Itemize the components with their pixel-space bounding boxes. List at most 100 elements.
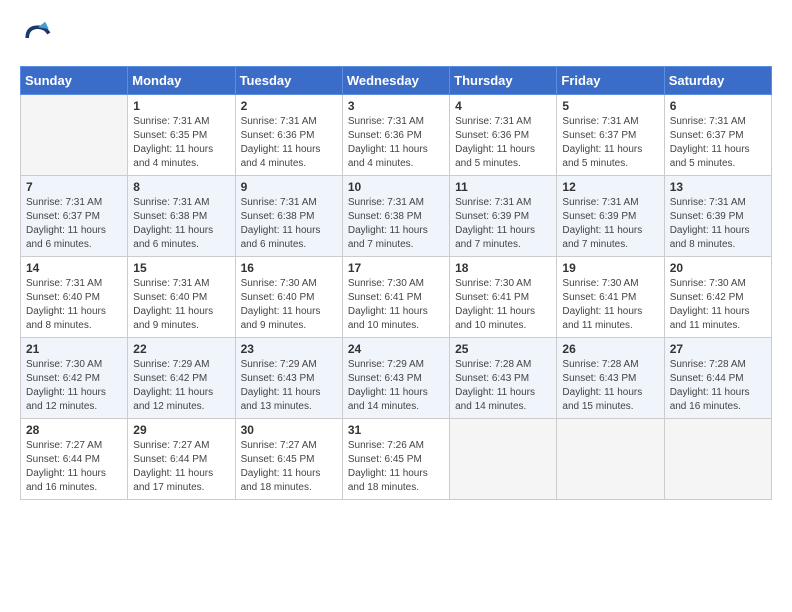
- day-number: 12: [562, 180, 658, 194]
- day-info: Sunrise: 7:28 AMSunset: 6:43 PMDaylight:…: [455, 359, 535, 412]
- day-number: 22: [133, 342, 229, 356]
- calendar-cell: [21, 95, 128, 176]
- day-info: Sunrise: 7:31 AMSunset: 6:37 PMDaylight:…: [670, 116, 750, 169]
- week-row-2: 7 Sunrise: 7:31 AMSunset: 6:37 PMDayligh…: [21, 176, 772, 257]
- calendar-cell: 13 Sunrise: 7:31 AMSunset: 6:39 PMDaylig…: [664, 176, 771, 257]
- day-number: 10: [348, 180, 444, 194]
- day-number: 18: [455, 261, 551, 275]
- day-info: Sunrise: 7:31 AMSunset: 6:38 PMDaylight:…: [241, 197, 321, 250]
- logo-icon: [20, 20, 56, 56]
- day-number: 26: [562, 342, 658, 356]
- header-cell-thursday: Thursday: [450, 67, 557, 95]
- calendar-cell: 29 Sunrise: 7:27 AMSunset: 6:44 PMDaylig…: [128, 419, 235, 500]
- day-info: Sunrise: 7:31 AMSunset: 6:35 PMDaylight:…: [133, 116, 213, 169]
- calendar-cell: 3 Sunrise: 7:31 AMSunset: 6:36 PMDayligh…: [342, 95, 449, 176]
- day-number: 6: [670, 99, 766, 113]
- week-row-5: 28 Sunrise: 7:27 AMSunset: 6:44 PMDaylig…: [21, 419, 772, 500]
- day-number: 24: [348, 342, 444, 356]
- day-info: Sunrise: 7:31 AMSunset: 6:39 PMDaylight:…: [670, 197, 750, 250]
- day-number: 25: [455, 342, 551, 356]
- day-number: 1: [133, 99, 229, 113]
- day-info: Sunrise: 7:30 AMSunset: 6:42 PMDaylight:…: [26, 359, 106, 412]
- day-number: 23: [241, 342, 337, 356]
- day-number: 2: [241, 99, 337, 113]
- header-row: SundayMondayTuesdayWednesdayThursdayFrid…: [21, 67, 772, 95]
- day-info: Sunrise: 7:31 AMSunset: 6:40 PMDaylight:…: [26, 278, 106, 331]
- calendar-cell: 25 Sunrise: 7:28 AMSunset: 6:43 PMDaylig…: [450, 338, 557, 419]
- day-info: Sunrise: 7:29 AMSunset: 6:43 PMDaylight:…: [348, 359, 428, 412]
- day-number: 29: [133, 423, 229, 437]
- calendar-cell: 9 Sunrise: 7:31 AMSunset: 6:38 PMDayligh…: [235, 176, 342, 257]
- calendar-cell: 5 Sunrise: 7:31 AMSunset: 6:37 PMDayligh…: [557, 95, 664, 176]
- week-row-1: 1 Sunrise: 7:31 AMSunset: 6:35 PMDayligh…: [21, 95, 772, 176]
- day-number: 9: [241, 180, 337, 194]
- calendar-cell: 1 Sunrise: 7:31 AMSunset: 6:35 PMDayligh…: [128, 95, 235, 176]
- day-info: Sunrise: 7:28 AMSunset: 6:43 PMDaylight:…: [562, 359, 642, 412]
- day-info: Sunrise: 7:31 AMSunset: 6:38 PMDaylight:…: [133, 197, 213, 250]
- day-number: 13: [670, 180, 766, 194]
- day-info: Sunrise: 7:31 AMSunset: 6:36 PMDaylight:…: [241, 116, 321, 169]
- day-info: Sunrise: 7:31 AMSunset: 6:39 PMDaylight:…: [562, 197, 642, 250]
- page-header: [20, 20, 772, 56]
- day-number: 3: [348, 99, 444, 113]
- day-info: Sunrise: 7:27 AMSunset: 6:44 PMDaylight:…: [26, 440, 106, 493]
- header-cell-wednesday: Wednesday: [342, 67, 449, 95]
- day-number: 11: [455, 180, 551, 194]
- day-info: Sunrise: 7:29 AMSunset: 6:43 PMDaylight:…: [241, 359, 321, 412]
- day-number: 15: [133, 261, 229, 275]
- day-info: Sunrise: 7:26 AMSunset: 6:45 PMDaylight:…: [348, 440, 428, 493]
- day-number: 7: [26, 180, 122, 194]
- calendar-cell: 15 Sunrise: 7:31 AMSunset: 6:40 PMDaylig…: [128, 257, 235, 338]
- day-number: 17: [348, 261, 444, 275]
- logo: [20, 20, 62, 56]
- day-info: Sunrise: 7:31 AMSunset: 6:37 PMDaylight:…: [562, 116, 642, 169]
- day-info: Sunrise: 7:30 AMSunset: 6:42 PMDaylight:…: [670, 278, 750, 331]
- calendar-cell: 4 Sunrise: 7:31 AMSunset: 6:36 PMDayligh…: [450, 95, 557, 176]
- calendar-table: SundayMondayTuesdayWednesdayThursdayFrid…: [20, 66, 772, 500]
- day-info: Sunrise: 7:27 AMSunset: 6:45 PMDaylight:…: [241, 440, 321, 493]
- header-cell-tuesday: Tuesday: [235, 67, 342, 95]
- calendar-cell: 10 Sunrise: 7:31 AMSunset: 6:38 PMDaylig…: [342, 176, 449, 257]
- calendar-cell: 22 Sunrise: 7:29 AMSunset: 6:42 PMDaylig…: [128, 338, 235, 419]
- calendar-cell: 27 Sunrise: 7:28 AMSunset: 6:44 PMDaylig…: [664, 338, 771, 419]
- day-number: 30: [241, 423, 337, 437]
- calendar-cell: 8 Sunrise: 7:31 AMSunset: 6:38 PMDayligh…: [128, 176, 235, 257]
- week-row-3: 14 Sunrise: 7:31 AMSunset: 6:40 PMDaylig…: [21, 257, 772, 338]
- day-number: 14: [26, 261, 122, 275]
- calendar-cell: 11 Sunrise: 7:31 AMSunset: 6:39 PMDaylig…: [450, 176, 557, 257]
- day-info: Sunrise: 7:31 AMSunset: 6:40 PMDaylight:…: [133, 278, 213, 331]
- calendar-cell: 16 Sunrise: 7:30 AMSunset: 6:40 PMDaylig…: [235, 257, 342, 338]
- day-number: 16: [241, 261, 337, 275]
- header-cell-saturday: Saturday: [664, 67, 771, 95]
- day-info: Sunrise: 7:27 AMSunset: 6:44 PMDaylight:…: [133, 440, 213, 493]
- day-number: 19: [562, 261, 658, 275]
- day-number: 20: [670, 261, 766, 275]
- day-info: Sunrise: 7:31 AMSunset: 6:38 PMDaylight:…: [348, 197, 428, 250]
- day-info: Sunrise: 7:28 AMSunset: 6:44 PMDaylight:…: [670, 359, 750, 412]
- day-info: Sunrise: 7:30 AMSunset: 6:41 PMDaylight:…: [455, 278, 535, 331]
- calendar-cell: [450, 419, 557, 500]
- calendar-cell: 20 Sunrise: 7:30 AMSunset: 6:42 PMDaylig…: [664, 257, 771, 338]
- calendar-cell: 12 Sunrise: 7:31 AMSunset: 6:39 PMDaylig…: [557, 176, 664, 257]
- day-info: Sunrise: 7:30 AMSunset: 6:41 PMDaylight:…: [562, 278, 642, 331]
- day-info: Sunrise: 7:31 AMSunset: 6:36 PMDaylight:…: [455, 116, 535, 169]
- calendar-cell: 7 Sunrise: 7:31 AMSunset: 6:37 PMDayligh…: [21, 176, 128, 257]
- day-number: 27: [670, 342, 766, 356]
- calendar-cell: 17 Sunrise: 7:30 AMSunset: 6:41 PMDaylig…: [342, 257, 449, 338]
- calendar-cell: 31 Sunrise: 7:26 AMSunset: 6:45 PMDaylig…: [342, 419, 449, 500]
- calendar-cell: 30 Sunrise: 7:27 AMSunset: 6:45 PMDaylig…: [235, 419, 342, 500]
- calendar-cell: 6 Sunrise: 7:31 AMSunset: 6:37 PMDayligh…: [664, 95, 771, 176]
- header-cell-friday: Friday: [557, 67, 664, 95]
- day-info: Sunrise: 7:31 AMSunset: 6:37 PMDaylight:…: [26, 197, 106, 250]
- calendar-cell: 23 Sunrise: 7:29 AMSunset: 6:43 PMDaylig…: [235, 338, 342, 419]
- day-number: 4: [455, 99, 551, 113]
- calendar-cell: 14 Sunrise: 7:31 AMSunset: 6:40 PMDaylig…: [21, 257, 128, 338]
- day-number: 21: [26, 342, 122, 356]
- calendar-cell: 24 Sunrise: 7:29 AMSunset: 6:43 PMDaylig…: [342, 338, 449, 419]
- day-info: Sunrise: 7:29 AMSunset: 6:42 PMDaylight:…: [133, 359, 213, 412]
- calendar-cell: 19 Sunrise: 7:30 AMSunset: 6:41 PMDaylig…: [557, 257, 664, 338]
- day-info: Sunrise: 7:30 AMSunset: 6:41 PMDaylight:…: [348, 278, 428, 331]
- calendar-cell: 21 Sunrise: 7:30 AMSunset: 6:42 PMDaylig…: [21, 338, 128, 419]
- day-number: 5: [562, 99, 658, 113]
- calendar-cell: 18 Sunrise: 7:30 AMSunset: 6:41 PMDaylig…: [450, 257, 557, 338]
